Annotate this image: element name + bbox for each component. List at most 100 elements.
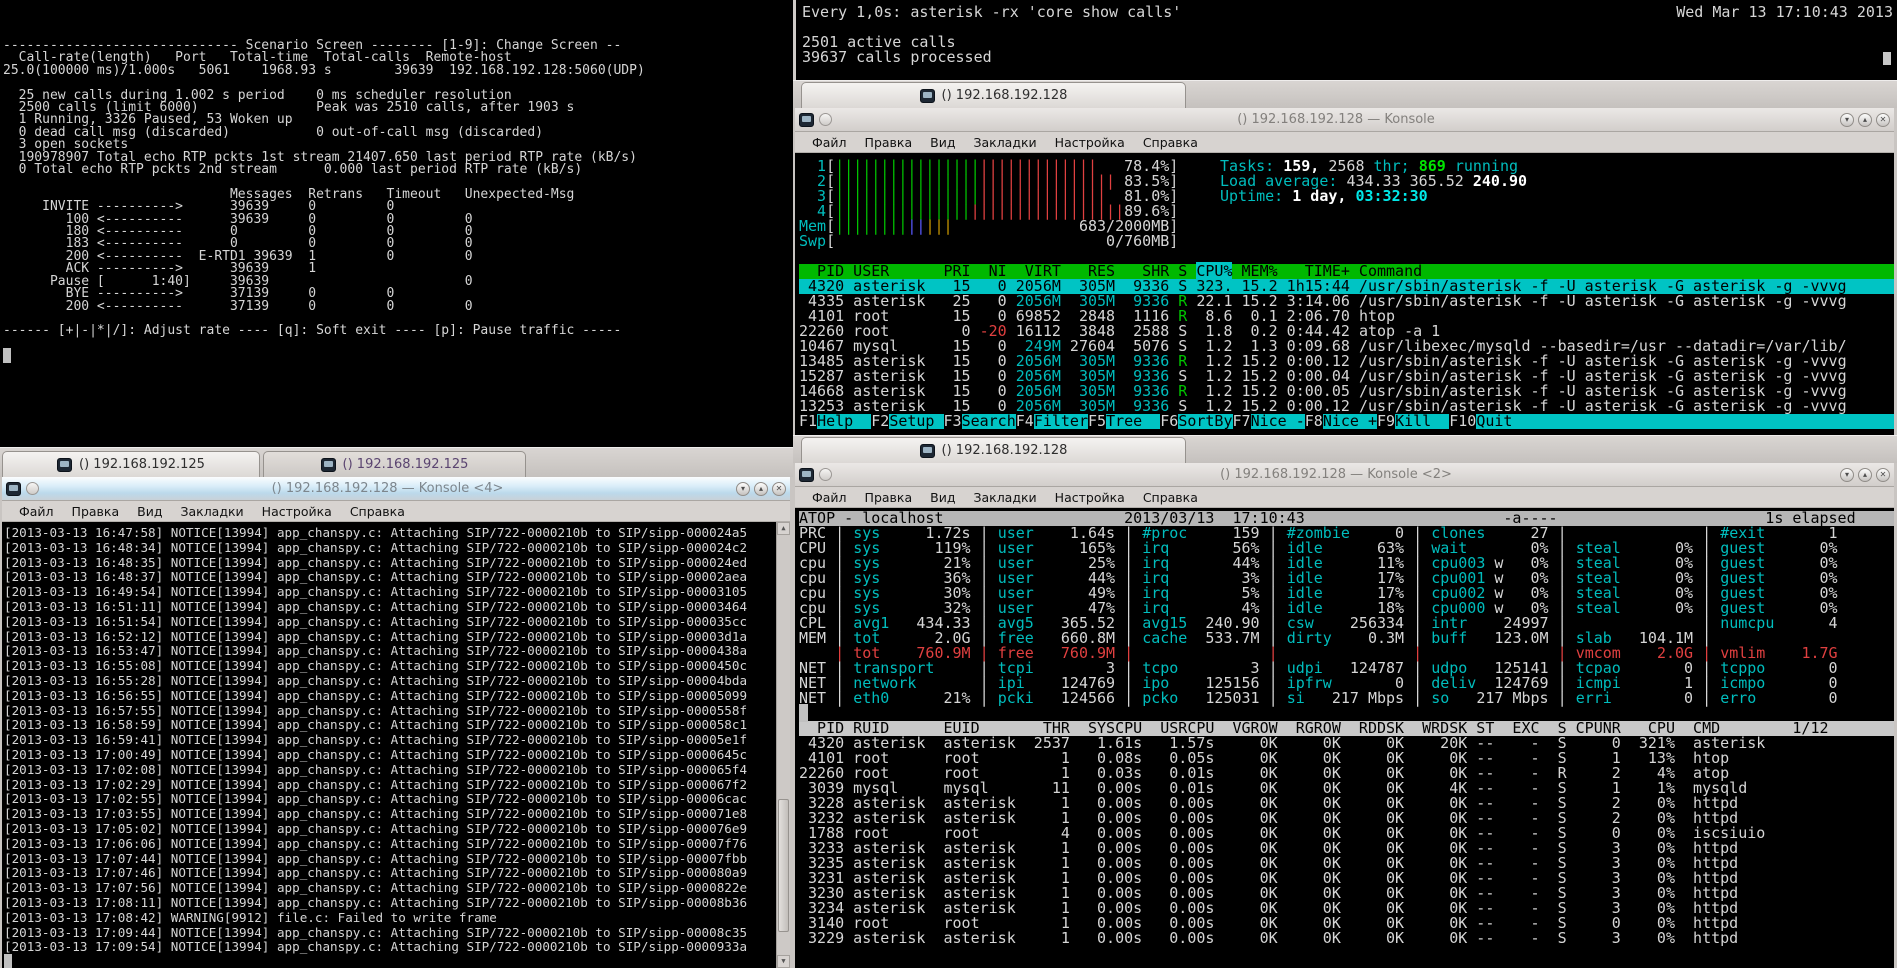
sipp-line-segment: ------ [+|-|*|/]: Adjust rate ---- [q]: … <box>3 323 622 339</box>
atop-line-segment: | <box>970 689 998 707</box>
scroll-down-icon[interactable]: ▼ <box>777 955 790 968</box>
menu-item-Файл[interactable]: Файл <box>803 135 856 150</box>
menu-item-Настройка[interactable]: Настройка <box>1046 490 1134 505</box>
sipp-terminal[interactable]: ------------------------------ Scenario … <box>0 0 793 447</box>
terminal-icon <box>799 112 814 127</box>
maximize-button[interactable]: ▴ <box>1858 112 1872 127</box>
atop-line-segment: | <box>1693 689 1721 707</box>
htop-info-line-segment: 240.90 <box>1472 172 1528 190</box>
htop-summary: Tasks: 159, 2568 thr; 869 running Load av… <box>1220 159 1527 204</box>
log-line: [2013-03-13 16:51:11] NOTICE[13994] app_… <box>4 599 774 615</box>
terminal-cursor <box>1883 52 1891 65</box>
log-line-segment: [2013-03-13 17:06:06] NOTICE[13994] app_… <box>4 835 748 851</box>
sipp-line: ------ [+|-|*|/]: Adjust rate ---- [q]: … <box>3 323 793 339</box>
scrollbar-thumb[interactable] <box>778 798 789 933</box>
menu-item-Правка[interactable]: Правка <box>63 504 129 519</box>
menu-item-Файл[interactable]: Файл <box>803 490 856 505</box>
terminal-icon <box>320 457 336 472</box>
log-line-segment: [2013-03-13 16:56:55] NOTICE[13994] app_… <box>4 687 748 703</box>
menu-item-Справка[interactable]: Справка <box>1134 490 1207 505</box>
htop-info-line: Uptime: 1 day, 03:32:30 <box>1220 189 1527 204</box>
log-line-segment: [2013-03-13 17:05:02] NOTICE[13994] app_… <box>4 820 748 836</box>
sipp-line <box>3 348 793 364</box>
log-line: [2013-03-13 17:07:44] NOTICE[13994] app_… <box>4 850 774 867</box>
log-line: [2013-03-13 16:53:47] NOTICE[13994] app_… <box>4 643 774 659</box>
tab-192-168-192-128-watch[interactable]: () 192.168.192.128 <box>801 82 1186 108</box>
window-menu-icon[interactable] <box>819 113 832 126</box>
close-button[interactable]: ✕ <box>1876 467 1890 482</box>
watch-datetime: Wed Mar 13 17:10:43 2013 <box>1676 3 1893 21</box>
log-line-segment <box>4 954 12 968</box>
htop-info-line-segment: Uptime: <box>1220 187 1293 205</box>
htop-line-segment: Search <box>961 412 1016 430</box>
log-line: [2013-03-13 16:55:08] NOTICE[13994] app_… <box>4 658 774 674</box>
window-menu-icon[interactable] <box>26 482 39 495</box>
watch-command: Every 1,0s: asterisk -rx 'core show call… <box>802 3 1182 21</box>
sipp-line <box>3 338 793 350</box>
menubar: Файл Правка Вид Закладки Настройка Справка <box>2 501 790 522</box>
log-line-segment: [2013-03-13 16:58:59] NOTICE[13994] app_… <box>4 717 748 733</box>
htop-line-segment: F5 <box>1088 412 1107 430</box>
konsole-tabbar-top-left: () 192.168.192.125 () 192.168.192.125 <box>0 447 793 477</box>
htop-line-segment: F1 <box>799 412 818 430</box>
menu-item-Закладки[interactable]: Закладки <box>964 490 1045 505</box>
log-line: [2013-03-13 17:09:54] NOTICE[13994] app_… <box>4 939 774 955</box>
menu-item-Справка[interactable]: Справка <box>1134 135 1207 150</box>
atop-line-segment: 0 <box>1611 689 1694 707</box>
log-line <box>4 954 774 968</box>
menu-item-Справка[interactable]: Справка <box>341 504 414 519</box>
log-line-segment: [2013-03-13 16:51:54] NOTICE[13994] app_… <box>4 613 748 629</box>
htop-line-segment: SortBy <box>1178 412 1233 430</box>
htop-line-segment: Nice + <box>1322 412 1377 430</box>
window-menu-icon[interactable] <box>819 468 832 481</box>
log-line-segment: [2013-03-13 16:59:41] NOTICE[13994] app_… <box>4 732 748 748</box>
menu-item-Вид[interactable]: Вид <box>921 135 964 150</box>
htop-line: F1Help F2Setup F3SearchF4FilterF5Tree F6… <box>799 412 1894 430</box>
close-button[interactable]: ✕ <box>772 481 786 496</box>
menu-item-Настройка[interactable]: Настройка <box>1046 135 1134 150</box>
asterisk-log-terminal[interactable]: ▲ ▼ [2013-03-13 16:47:58] NOTICE[13994] … <box>2 522 790 968</box>
maximize-button[interactable]: ▴ <box>754 481 768 496</box>
log-line: [2013-03-13 16:52:12] NOTICE[13994] app_… <box>4 628 774 645</box>
sipp-line: 200 <---------- 37139 0 0 0 <box>3 300 793 313</box>
log-line: [2013-03-13 17:02:55] NOTICE[13994] app_… <box>4 791 774 807</box>
menu-item-Правка[interactable]: Правка <box>856 135 922 150</box>
log-line: [2013-03-13 17:07:56] NOTICE[13994] app_… <box>4 880 774 896</box>
scroll-up-icon[interactable]: ▲ <box>777 522 790 535</box>
minimize-button[interactable]: ▾ <box>1840 467 1854 482</box>
htop-line-segment: F7 <box>1232 412 1251 430</box>
atop-line-segment: 21% <box>889 689 971 707</box>
tab-192-168-192-125-1[interactable]: () 192.168.192.125 <box>2 451 260 477</box>
log-line-segment: [2013-03-13 17:07:44] NOTICE[13994] app_… <box>4 850 748 866</box>
desktop: ------------------------------ Scenario … <box>0 0 1897 968</box>
htop-window-titlebar[interactable]: () 192.168.192.128 — Konsole ▾ ▴ ✕ <box>795 108 1894 132</box>
log-line-segment: [2013-03-13 17:02:29] NOTICE[13994] app_… <box>4 776 748 792</box>
close-button[interactable]: ✕ <box>1876 112 1890 127</box>
menu-item-Настройка[interactable]: Настройка <box>253 504 341 519</box>
window-buttons: ▾ ▴ ✕ <box>1840 467 1890 482</box>
menu-item-Вид[interactable]: Вид <box>921 490 964 505</box>
minimize-button[interactable]: ▾ <box>1840 112 1854 127</box>
scrollbar[interactable]: ▲ ▼ <box>776 522 790 968</box>
atop-line-segment: | <box>1548 689 1576 707</box>
log-line-segment: [2013-03-13 16:48:37] NOTICE[13994] app_… <box>4 569 748 585</box>
maximize-button[interactable]: ▴ <box>1858 467 1872 482</box>
minimize-button[interactable]: ▾ <box>736 481 750 496</box>
watch-terminal[interactable]: Every 1,0s: asterisk -rx 'core show call… <box>793 0 1897 80</box>
watch-header-line: Every 1,0s: asterisk -rx 'core show call… <box>802 5 1893 20</box>
menu-item-Файл[interactable]: Файл <box>10 504 63 519</box>
menu-item-Вид[interactable]: Вид <box>128 504 171 519</box>
htop-line-segment: F10 <box>1449 412 1477 430</box>
atop-window-titlebar[interactable]: () 192.168.192.128 — Konsole <2> ▾ ▴ ✕ <box>795 463 1894 487</box>
sipp-line: 0 Total echo RTP pckts 2nd stream 0.000 … <box>3 163 793 176</box>
menu-item-Закладки[interactable]: Закладки <box>964 135 1045 150</box>
htop-terminal[interactable]: Tasks: 159, 2568 thr; 869 running Load av… <box>795 153 1894 435</box>
atop-line-segment: 125031 <box>1178 689 1260 707</box>
tab-192-168-192-128-htop[interactable]: () 192.168.192.128 <box>801 437 1186 463</box>
menu-item-Правка[interactable]: Правка <box>856 490 922 505</box>
atop-terminal[interactable]: ATOP - localhost 2013/03/13 17:10:43 -a-… <box>795 508 1894 968</box>
tab-192-168-192-125-2[interactable]: () 192.168.192.125 <box>263 451 526 477</box>
menu-item-Закладки[interactable]: Закладки <box>171 504 252 519</box>
log-window-titlebar[interactable]: () 192.168.192.128 — Konsole <4> ▾ ▴ ✕ <box>2 477 790 501</box>
log-line-segment: [2013-03-13 16:52:12] NOTICE[13994] app_… <box>4 628 748 644</box>
